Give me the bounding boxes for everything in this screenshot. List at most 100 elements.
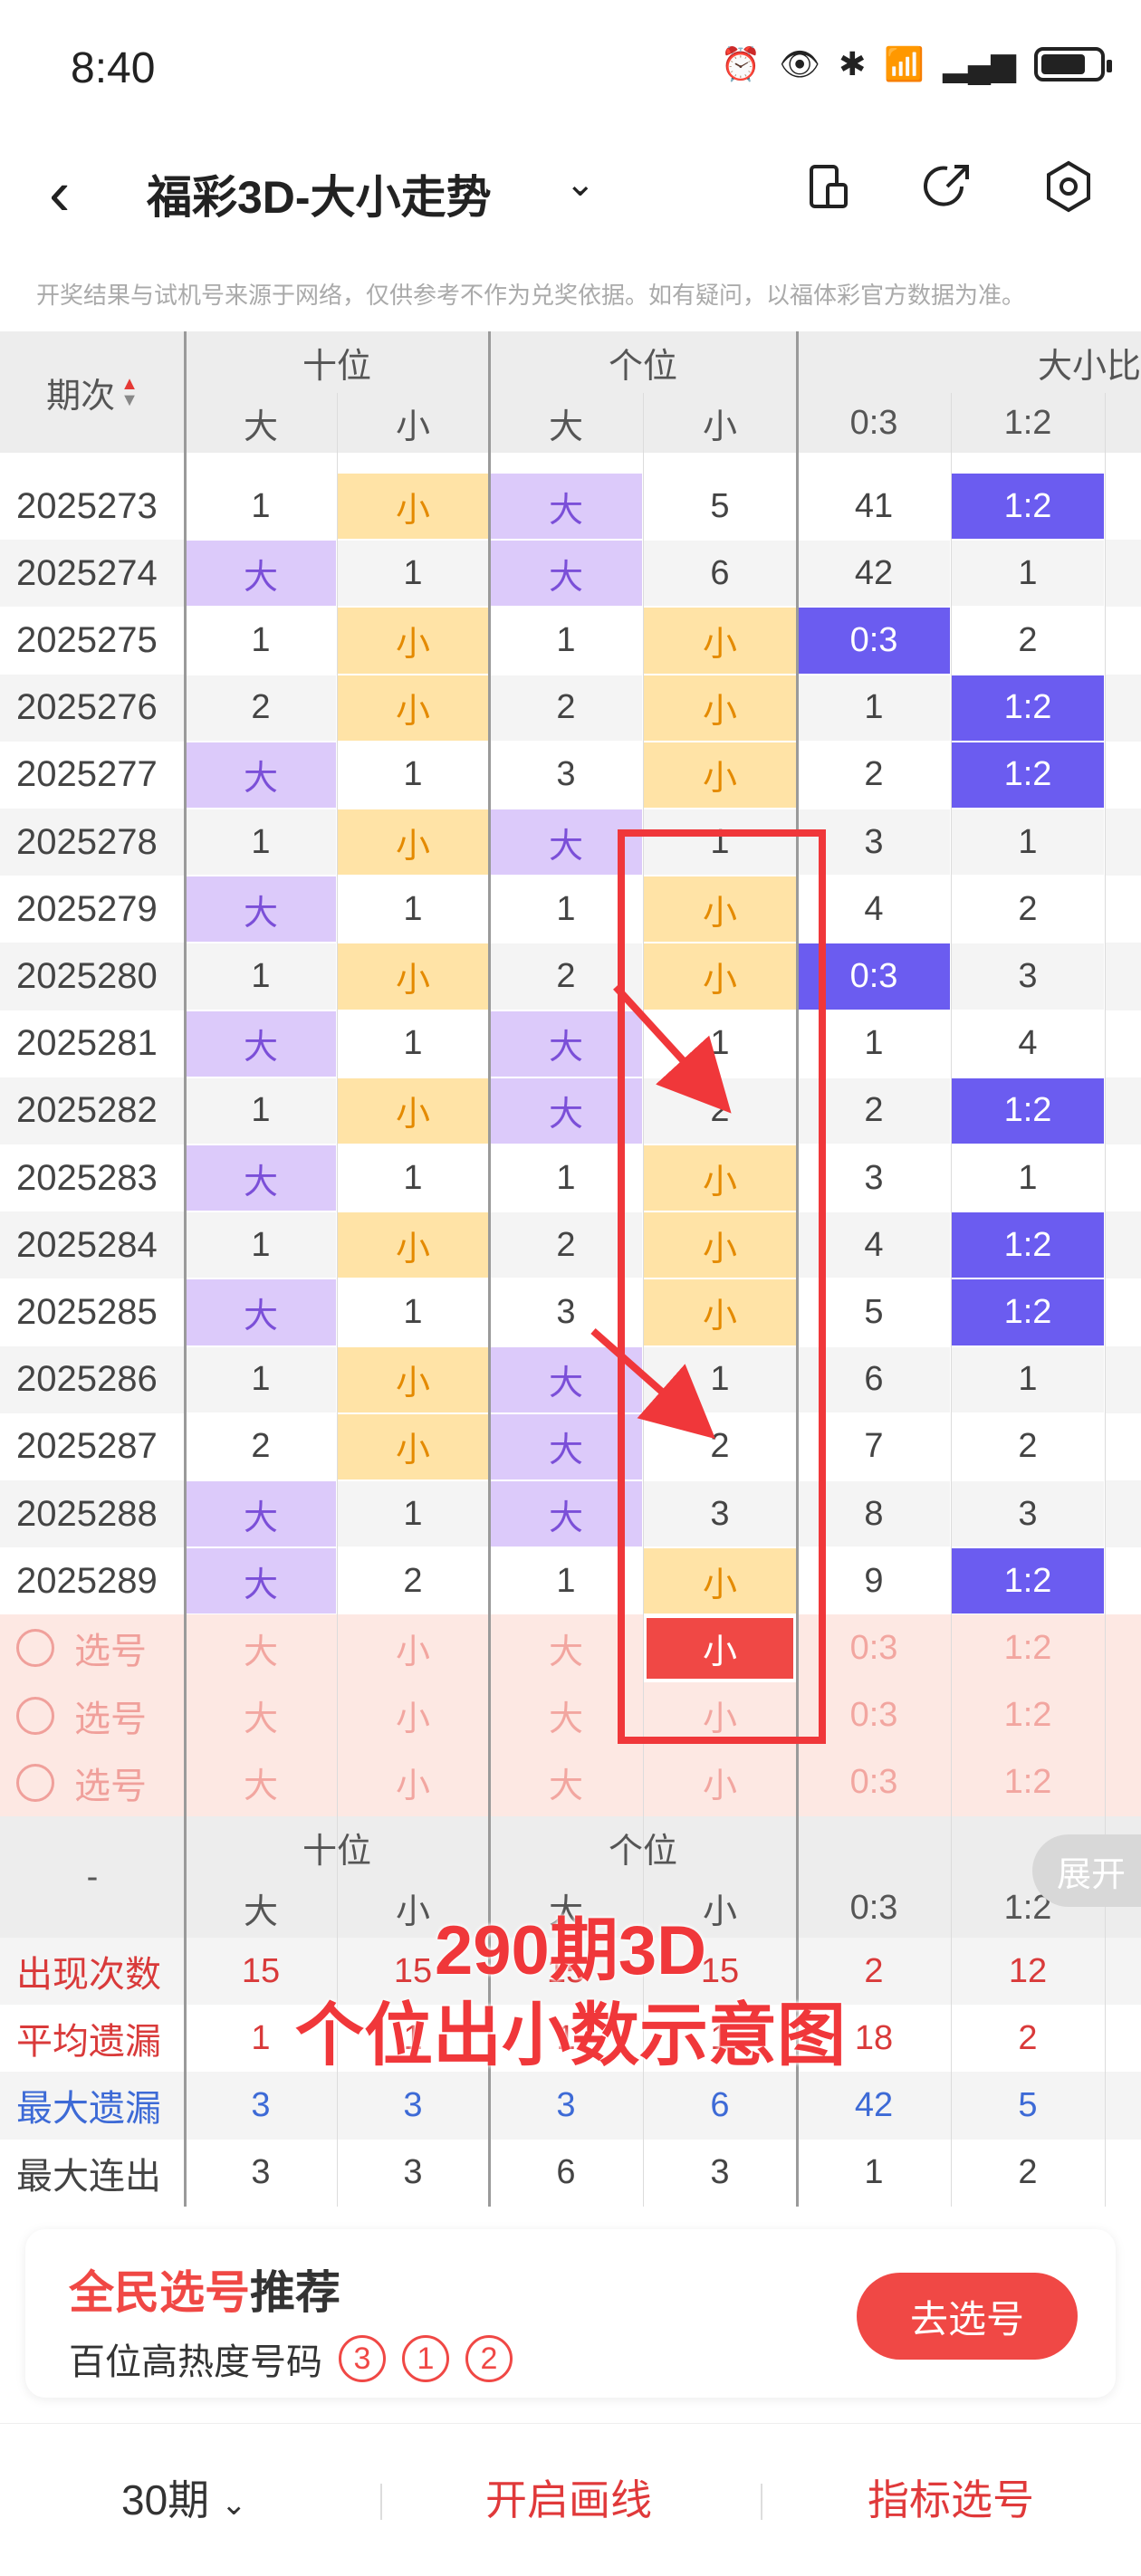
trend-cell: 1: [186, 943, 336, 1010]
indicator-select-button[interactable]: 指标选号: [868, 2467, 1034, 2527]
trend-cell: 1:2: [952, 1279, 1104, 1345]
chevron-down-icon[interactable]: ⌄: [565, 163, 596, 205]
trend-cell: 大: [186, 1010, 336, 1077]
trend-cell: 1:2: [952, 1212, 1104, 1278]
trend-cell: 小: [338, 1413, 488, 1480]
trend-cell: 3: [952, 1481, 1104, 1547]
select-cell[interactable]: 1:2: [951, 1681, 1105, 1749]
trend-cell: 1:2: [952, 1077, 1104, 1144]
select-label: 选号: [74, 1766, 147, 1806]
select-label: 选号: [74, 1632, 147, 1672]
select-cell[interactable]: 1:2: [951, 1614, 1105, 1682]
trend-cell: 1: [186, 474, 336, 540]
sort-icon: ▲ ▼: [120, 374, 139, 410]
trend-cell-overflow: [1105, 943, 1141, 1010]
period-cell: 2025287: [0, 1412, 185, 1480]
period-count-dropdown[interactable]: 30期 ⌄: [121, 2467, 246, 2527]
trend-cell: 1: [338, 876, 488, 943]
trend-cell-overflow: [1105, 1345, 1141, 1413]
page-title[interactable]: 福彩3D-大小走势: [147, 161, 492, 226]
stats-cell: 3: [337, 2139, 489, 2207]
trend-cell: 小: [338, 1077, 488, 1144]
trend-cell: 1: [952, 1346, 1104, 1412]
select-cell[interactable]: 小: [337, 1748, 489, 1816]
trend-cell: 1:2: [952, 742, 1104, 808]
stats-cell: 5: [951, 2072, 1105, 2140]
select-cell[interactable]: 小: [643, 1748, 797, 1816]
select-cell[interactable]: 小: [337, 1614, 489, 1682]
select-cell[interactable]: 大: [185, 1614, 337, 1682]
recommend-title-highlight: 全民选号: [69, 2267, 250, 2318]
trend-cell: 2: [952, 608, 1104, 674]
stats-cell: 3: [643, 2139, 797, 2207]
trend-cell: 2: [490, 675, 642, 741]
trend-cell-overflow: [1105, 473, 1141, 541]
trend-cell-overflow: [1105, 607, 1141, 675]
select-row-label[interactable]: 选号: [0, 1614, 185, 1682]
trend-cell: 大: [186, 876, 336, 943]
period-cell: 2025285: [0, 1278, 185, 1346]
trend-cell: 2: [952, 1413, 1104, 1480]
period-count-label: 30期: [121, 2476, 210, 2523]
trend-cell: 小: [644, 742, 796, 808]
trend-cell: 1: [186, 809, 336, 876]
recommend-title-suffix: 推荐: [250, 2267, 340, 2318]
trend-cell: 0:3: [798, 608, 950, 674]
trend-cell-overflow: [1105, 876, 1141, 943]
stats-cell: 6: [643, 2072, 797, 2140]
select-cell[interactable]: 1:2: [951, 1748, 1105, 1816]
draw-lines-button[interactable]: 开启画线: [485, 2467, 652, 2527]
select-row-label[interactable]: 选号: [0, 1748, 185, 1816]
period-cell: 2025289: [0, 1547, 185, 1615]
radio-icon[interactable]: [16, 1763, 54, 1802]
clock: 8:40: [71, 44, 156, 92]
phone-screen-icon[interactable]: [801, 159, 855, 214]
trend-cell: 小: [338, 1212, 488, 1278]
select-cell[interactable]: 大: [489, 1748, 643, 1816]
trend-cell: 1: [186, 1346, 336, 1412]
trend-cell: 大: [186, 1548, 336, 1614]
trend-cell-overflow: [1105, 1211, 1141, 1279]
trend-cell: 1: [186, 1077, 336, 1144]
trend-cell-overflow: [1105, 674, 1141, 742]
trend-cell: 1:2: [952, 474, 1104, 540]
period-header[interactable]: 期次 ▲ ▼: [0, 331, 185, 453]
trend-cell: 2: [186, 675, 336, 741]
period-cell: 2025282: [0, 1077, 185, 1144]
select-row-label[interactable]: 选号: [0, 1681, 185, 1749]
trend-cell: 1: [186, 608, 336, 674]
recommend-title: 全民选号推荐: [69, 2256, 340, 2322]
settings-icon[interactable]: [1041, 159, 1096, 214]
select-cell[interactable]: 大: [185, 1748, 337, 1816]
select-cell[interactable]: 小: [337, 1681, 489, 1749]
group-header-ratio: 大小比: [797, 331, 1141, 393]
trend-cell: 大: [186, 1279, 336, 1345]
stats-cell: 3: [337, 2072, 489, 2140]
hot-number-ball: 3: [339, 2335, 386, 2382]
select-label: 选号: [74, 1699, 147, 1739]
period-cell: 2025279: [0, 876, 185, 943]
radio-icon[interactable]: [16, 1629, 54, 1668]
sub-header: 1:2: [951, 393, 1105, 453]
trend-cell: 2: [338, 1548, 488, 1614]
trend-cell: 大: [490, 474, 642, 540]
period-cell: 2025284: [0, 1211, 185, 1279]
trend-cell: 大: [186, 1481, 336, 1547]
expand-button[interactable]: 展开: [1032, 1834, 1141, 1907]
select-cell[interactable]: 大: [185, 1681, 337, 1749]
trend-cell: 小: [644, 675, 796, 741]
go-select-button[interactable]: 去选号: [857, 2273, 1078, 2360]
period-cell: 2025274: [0, 540, 185, 608]
select-cell[interactable]: 0:3: [797, 1748, 951, 1816]
trend-cell: 1: [952, 809, 1104, 876]
trend-cell-overflow: [1105, 1480, 1141, 1548]
stats-cell: 2: [951, 2139, 1105, 2207]
trend-cell: 6: [644, 541, 796, 607]
back-icon[interactable]: ‹: [49, 161, 70, 225]
trend-cell: 1: [338, 1145, 488, 1211]
radio-icon[interactable]: [16, 1696, 54, 1735]
stats-overflow: [1105, 2139, 1141, 2207]
share-icon[interactable]: [920, 159, 974, 214]
period-cell: 2025286: [0, 1345, 185, 1413]
period-header-label: 期次: [46, 377, 116, 416]
